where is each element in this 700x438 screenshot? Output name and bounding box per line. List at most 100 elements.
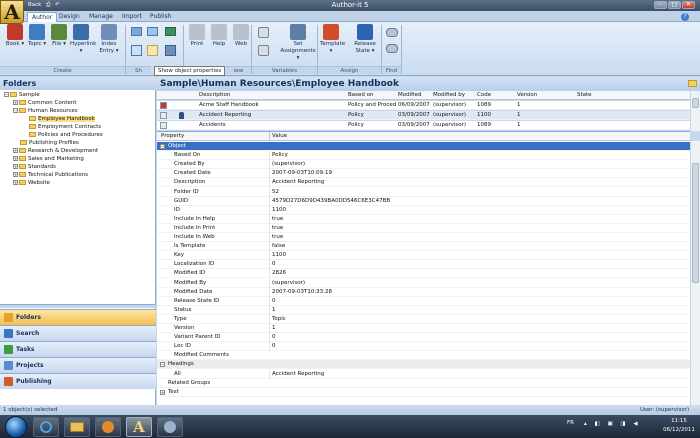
- variables-edit-icon[interactable]: [258, 45, 269, 56]
- property-value[interactable]: Policy: [269, 151, 689, 161]
- tree-item[interactable]: + Research & Development: [4, 147, 154, 155]
- property-row[interactable]: Include In Help true: [157, 214, 690, 224]
- print-button[interactable]: Print: [186, 24, 208, 48]
- outline-icon[interactable]: [147, 27, 158, 36]
- property-row[interactable]: Created By (supervisor): [157, 160, 690, 170]
- tab-import[interactable]: Import: [118, 12, 146, 22]
- index-entry-button[interactable]: Index Entry ▾: [98, 24, 120, 55]
- topic-button[interactable]: Topic ▾: [26, 24, 48, 48]
- flow-icon[interactable]: [165, 27, 176, 36]
- property-row[interactable]: Based On Policy: [157, 151, 690, 161]
- property-value[interactable]: Accident Reporting: [269, 369, 689, 379]
- minimize-button[interactable]: –: [654, 1, 667, 9]
- tile-icon[interactable]: [131, 45, 142, 56]
- template-button[interactable]: Template ▾: [320, 24, 345, 55]
- clock-time[interactable]: 11:15: [662, 418, 696, 424]
- pane-splitter[interactable]: [0, 304, 156, 308]
- list-row[interactable]: Acme Staff Handbook Policy and Procedure0…: [157, 101, 690, 110]
- property-value[interactable]: 0: [269, 333, 689, 343]
- tree-item[interactable]: − Sample: [4, 91, 154, 99]
- property-row[interactable]: Localization ID 0: [157, 260, 690, 270]
- property-value[interactable]: 1: [269, 324, 689, 333]
- taskbar-media-icon[interactable]: [95, 417, 121, 437]
- property-row[interactable]: Created Date 2007-09-03T10:09:19: [157, 169, 690, 179]
- nav-projects-button[interactable]: Projects: [0, 357, 156, 373]
- list-row[interactable]: Accident Reporting Policy 03/09/2007 (super…: [157, 111, 690, 120]
- panel-icon[interactable]: [165, 45, 176, 56]
- expander-icon[interactable]: −: [13, 108, 18, 113]
- property-row[interactable]: Release State ID 0: [157, 296, 690, 306]
- property-value[interactable]: 1: [269, 305, 689, 315]
- property-value[interactable]: Accident Reporting: [269, 178, 689, 188]
- property-value[interactable]: 0: [269, 342, 689, 352]
- property-value[interactable]: 52: [269, 187, 689, 197]
- release-state-button[interactable]: Release State ▾: [350, 24, 380, 55]
- property-row[interactable]: Folder ID 52: [157, 187, 690, 197]
- tree-item[interactable]: + Website: [4, 179, 154, 187]
- property-row[interactable]: Variant Parent ID 0: [157, 333, 690, 343]
- property-value[interactable]: true: [269, 233, 689, 242]
- property-row[interactable]: Key 1100: [157, 251, 690, 261]
- tree-item[interactable]: Publishing Profiles: [4, 139, 154, 147]
- property-value[interactable]: 2007-09-03T10:33:28: [269, 287, 689, 297]
- taskbar-app-icon[interactable]: [157, 417, 183, 437]
- property-row[interactable]: Type Topic: [157, 314, 690, 324]
- property-value[interactable]: 0: [269, 260, 689, 270]
- property-value[interactable]: 2007-09-03T10:09:19: [269, 169, 689, 179]
- property-row[interactable]: Include In Print true: [157, 223, 690, 233]
- tree-item[interactable]: Policies and Procedures: [4, 131, 154, 139]
- property-row[interactable]: Version 1: [157, 324, 690, 334]
- quick-undo-icon[interactable]: ↶: [55, 1, 60, 10]
- tray-icons[interactable]: ▴ ◧ ▣ ◨ ◀: [584, 421, 654, 427]
- property-category[interactable]: − Object: [157, 142, 690, 152]
- col-value[interactable]: Value: [269, 132, 287, 141]
- col-modified-by[interactable]: Modified by: [433, 91, 465, 100]
- maximize-button[interactable]: □: [668, 1, 681, 9]
- expander-icon[interactable]: +: [13, 156, 18, 161]
- tab-publish[interactable]: Publish: [146, 12, 175, 22]
- property-value[interactable]: 1100: [269, 205, 689, 215]
- book-button[interactable]: Book ▾: [4, 24, 26, 48]
- tab-author[interactable]: Author: [27, 12, 58, 22]
- nav-publishing-button[interactable]: Publishing: [0, 373, 156, 389]
- col-description[interactable]: Description: [199, 91, 230, 100]
- quick-print-icon[interactable]: ⎙: [46, 1, 50, 10]
- property-row[interactable]: Status 1: [157, 305, 690, 315]
- close-button[interactable]: ✕: [682, 1, 695, 9]
- expander-icon[interactable]: +: [13, 164, 18, 169]
- find-icon[interactable]: [386, 28, 398, 37]
- property-value[interactable]: 0: [269, 296, 689, 306]
- property-value[interactable]: (supervisor): [269, 160, 689, 170]
- expander-icon[interactable]: +: [160, 389, 165, 395]
- col-modified[interactable]: Modified: [398, 91, 421, 100]
- col-based-on[interactable]: Based on: [348, 91, 373, 100]
- properties-scrollbar[interactable]: [690, 141, 700, 405]
- help-icon[interactable]: ?: [681, 13, 689, 21]
- clock-date[interactable]: 06/12/2011: [662, 427, 696, 433]
- expander-icon[interactable]: −: [160, 362, 165, 368]
- property-value[interactable]: true: [269, 214, 689, 224]
- start-button[interactable]: [5, 416, 27, 438]
- col-version[interactable]: Version: [517, 91, 537, 100]
- set-assignments-button[interactable]: Set Assignments ▾: [280, 24, 316, 62]
- tree-item[interactable]: + Sales and Marketing: [4, 155, 154, 163]
- expander-icon[interactable]: −: [4, 92, 9, 97]
- tree-item[interactable]: + Common Content: [4, 99, 154, 107]
- property-row[interactable]: Description Accident Reporting: [157, 178, 690, 188]
- taskbar-authorit-icon[interactable]: A: [126, 417, 152, 437]
- tab-design[interactable]: Design: [55, 12, 84, 22]
- col-property[interactable]: Property: [161, 132, 184, 141]
- language-indicator[interactable]: FR: [567, 420, 574, 426]
- tab-manage[interactable]: Manage: [85, 12, 117, 22]
- expander-icon[interactable]: +: [13, 148, 18, 153]
- show-object-properties-icon[interactable]: [147, 45, 158, 56]
- list-scrollbar[interactable]: [690, 91, 700, 131]
- property-row[interactable]: Loc ID 0: [157, 342, 690, 352]
- property-value[interactable]: 1100: [269, 251, 689, 261]
- property-category[interactable]: − Headings: [157, 360, 690, 370]
- property-row[interactable]: Modified Date 2007-09-03T10:33:28: [157, 287, 690, 297]
- property-row[interactable]: + Test: [157, 388, 690, 397]
- nav-folders-button[interactable]: Folders: [0, 309, 156, 325]
- property-value[interactable]: (supervisor): [269, 278, 689, 288]
- property-row[interactable]: GUID 4579D27D6D9D439BA0DD546C6E3C47BB: [157, 196, 690, 206]
